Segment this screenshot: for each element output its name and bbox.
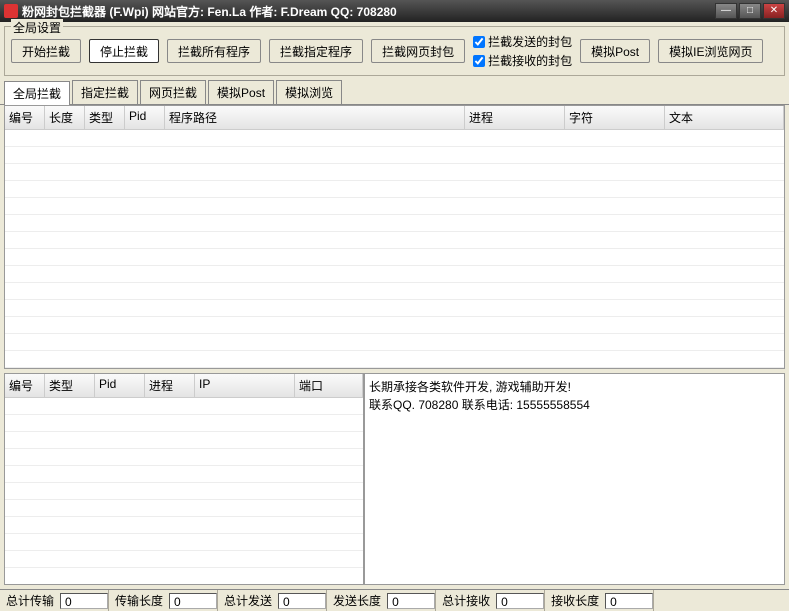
table-row[interactable] — [5, 500, 363, 517]
table-row[interactable] — [5, 551, 363, 568]
total-send-value: 0 — [278, 593, 326, 609]
stop-intercept-button[interactable]: 停止拦截 — [89, 39, 159, 63]
table-row[interactable] — [5, 215, 784, 232]
tab-browse[interactable]: 模拟浏览 — [276, 80, 342, 104]
table-row[interactable] — [5, 147, 784, 164]
table-row[interactable] — [5, 534, 363, 551]
checkbox-column: 拦截发送的封包 拦截接收的封包 — [473, 33, 572, 69]
total-recv-value: 0 — [496, 593, 544, 609]
table-row[interactable] — [5, 317, 784, 334]
transfer-len-value: 0 — [169, 593, 217, 609]
col2-pid[interactable]: Pid — [95, 374, 145, 397]
table-row[interactable] — [5, 351, 784, 368]
total-transfer-label: 总计传输 — [0, 592, 60, 609]
col-length[interactable]: 长度 — [45, 106, 85, 129]
col2-ip[interactable]: IP — [195, 374, 295, 397]
col-process[interactable]: 进程 — [465, 106, 565, 129]
col-id[interactable]: 编号 — [5, 106, 45, 129]
table-row[interactable] — [5, 198, 784, 215]
tab-post[interactable]: 模拟Post — [208, 80, 274, 104]
col-text[interactable]: 文本 — [665, 106, 784, 129]
maximize-button[interactable]: □ — [739, 3, 761, 19]
intercept-send-checkbox[interactable]: 拦截发送的封包 — [473, 33, 572, 50]
table-row[interactable] — [5, 249, 784, 266]
table-row[interactable] — [5, 300, 784, 317]
col-type[interactable]: 类型 — [85, 106, 125, 129]
main-grid-header: 编号 长度 类型 Pid 程序路径 进程 字符 文本 — [5, 106, 784, 130]
col-path[interactable]: 程序路径 — [165, 106, 465, 129]
main-grid[interactable]: 编号 长度 类型 Pid 程序路径 进程 字符 文本 — [4, 105, 785, 369]
minimize-button[interactable]: — — [715, 3, 737, 19]
intercept-web-button[interactable]: 拦截网页封包 — [371, 39, 465, 63]
tab-global[interactable]: 全局拦截 — [4, 81, 70, 105]
table-row[interactable] — [5, 283, 784, 300]
send-len-value: 0 — [387, 593, 435, 609]
send-len-label: 发送长度 — [327, 592, 387, 609]
table-row[interactable] — [5, 449, 363, 466]
table-row[interactable] — [5, 232, 784, 249]
main-grid-body[interactable] — [5, 130, 784, 369]
table-row[interactable] — [5, 517, 363, 534]
col2-port[interactable]: 端口 — [295, 374, 363, 397]
recv-len-value: 0 — [605, 593, 653, 609]
total-transfer-value: 0 — [60, 593, 108, 609]
transfer-len-label: 传输长度 — [109, 592, 169, 609]
recv-len-label: 接收长度 — [545, 592, 605, 609]
table-row[interactable] — [5, 181, 784, 198]
total-send-label: 总计发送 — [218, 592, 278, 609]
tab-specific[interactable]: 指定拦截 — [72, 80, 138, 104]
simulate-post-button[interactable]: 模拟Post — [580, 39, 650, 63]
app-icon — [4, 4, 18, 18]
total-recv-label: 总计接收 — [436, 592, 496, 609]
lower-grid-body[interactable] — [5, 398, 363, 585]
col2-type[interactable]: 类型 — [45, 374, 95, 397]
table-row[interactable] — [5, 432, 363, 449]
intercept-recv-checkbox[interactable]: 拦截接收的封包 — [473, 52, 572, 69]
group-title: 全局设置 — [11, 19, 63, 36]
intercept-all-button[interactable]: 拦截所有程序 — [167, 39, 261, 63]
table-row[interactable] — [5, 483, 363, 500]
global-settings-group: 全局设置 开始拦截 停止拦截 拦截所有程序 拦截指定程序 拦截网页封包 拦截发送… — [4, 26, 785, 76]
status-bar: 总计传输0 传输长度0 总计发送0 发送长度0 总计接收0 接收长度0 — [0, 589, 789, 611]
start-intercept-button[interactable]: 开始拦截 — [11, 39, 81, 63]
table-row[interactable] — [5, 164, 784, 181]
table-row[interactable] — [5, 266, 784, 283]
simulate-ie-button[interactable]: 模拟IE浏览网页 — [658, 39, 763, 63]
tab-bar: 全局拦截 指定拦截 网页拦截 模拟Post 模拟浏览 — [0, 80, 789, 105]
table-row[interactable] — [5, 130, 784, 147]
window-title: 粉网封包拦截器 (F.Wpi) 网站官方: Fen.La 作者: F.Dream… — [22, 3, 715, 20]
col2-process[interactable]: 进程 — [145, 374, 195, 397]
titlebar: 粉网封包拦截器 (F.Wpi) 网站官方: Fen.La 作者: F.Dream… — [0, 0, 789, 22]
table-row[interactable] — [5, 398, 363, 415]
col2-id[interactable]: 编号 — [5, 374, 45, 397]
tab-web[interactable]: 网页拦截 — [140, 80, 206, 104]
lower-grid[interactable]: 编号 类型 Pid 进程 IP 端口 — [4, 373, 364, 585]
close-button[interactable]: ✕ — [763, 3, 785, 19]
table-row[interactable] — [5, 466, 363, 483]
intercept-specific-button[interactable]: 拦截指定程序 — [269, 39, 363, 63]
lower-grid-header: 编号 类型 Pid 进程 IP 端口 — [5, 374, 363, 398]
table-row[interactable] — [5, 415, 363, 432]
table-row[interactable] — [5, 568, 363, 585]
col-pid[interactable]: Pid — [125, 106, 165, 129]
table-row[interactable] — [5, 334, 784, 351]
col-char[interactable]: 字符 — [565, 106, 665, 129]
info-box[interactable]: 长期承接各类软件开发, 游戏辅助开发! 联系QQ. 708280 联系电话: 1… — [364, 373, 785, 585]
